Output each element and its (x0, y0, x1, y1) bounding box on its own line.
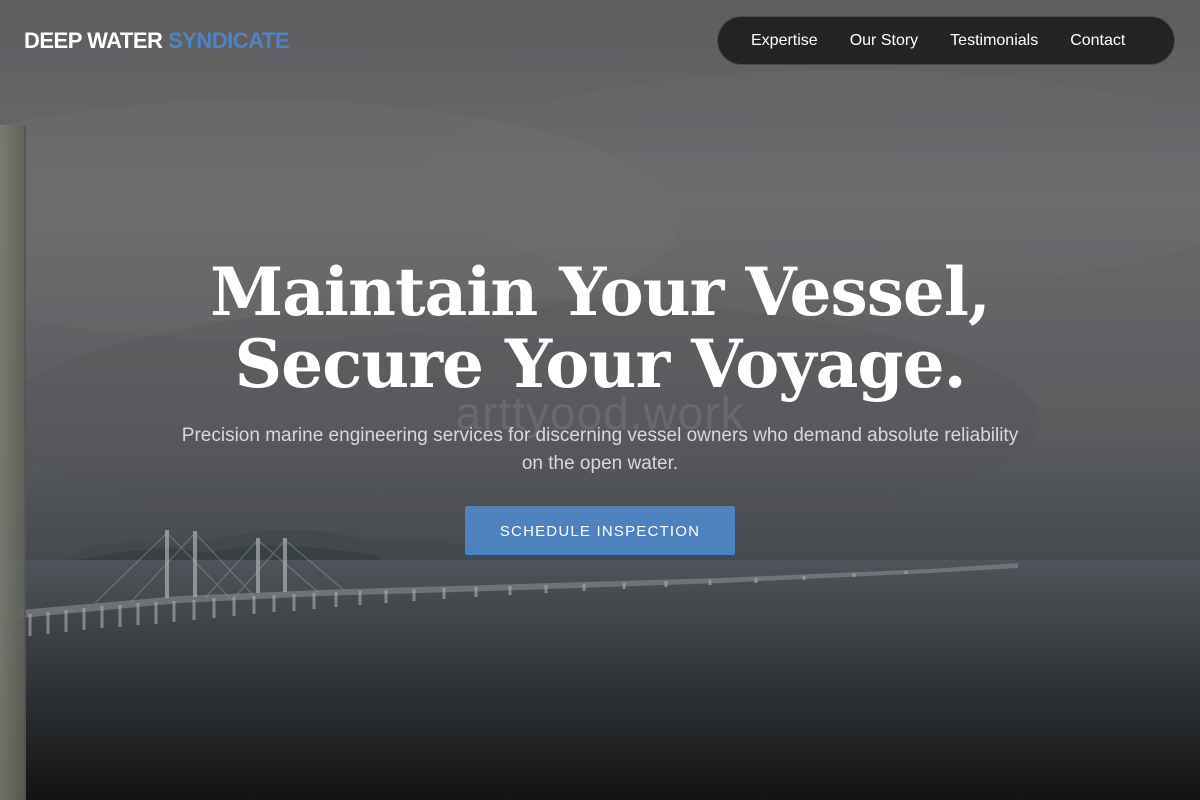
brand-logo[interactable]: DEEP WATER SYNDICATE (24, 26, 290, 56)
nav-link-contact[interactable]: Contact (1070, 32, 1125, 50)
hero-subheadline: Precision marine engineering services fo… (181, 425, 1019, 474)
hero-headline: Maintain Your Vessel, Secure Your Voyage… (150, 256, 1050, 400)
site-header: DEEP WATER SYNDICATE Expertise Our Story… (0, 0, 1200, 82)
nav-link-expertise[interactable]: Expertise (751, 32, 818, 50)
nav-link-testimonials[interactable]: Testimonials (950, 32, 1038, 50)
nav-link-our-story[interactable]: Our Story (850, 32, 918, 50)
hero-section: DEEP WATER SYNDICATE Expertise Our Story… (0, 0, 1200, 800)
hero-content: Maintain Your Vessel, Secure Your Voyage… (0, 256, 1200, 555)
logo-accent-text: SYNDICATE (168, 28, 290, 53)
logo-primary-text: DEEP WATER (24, 28, 163, 53)
schedule-inspection-button[interactable]: SCHEDULE INSPECTION (465, 506, 735, 555)
main-navigation: Expertise Our Story Testimonials Contact (717, 16, 1175, 65)
headline-line-1: Maintain Your Vessel, (210, 253, 991, 331)
